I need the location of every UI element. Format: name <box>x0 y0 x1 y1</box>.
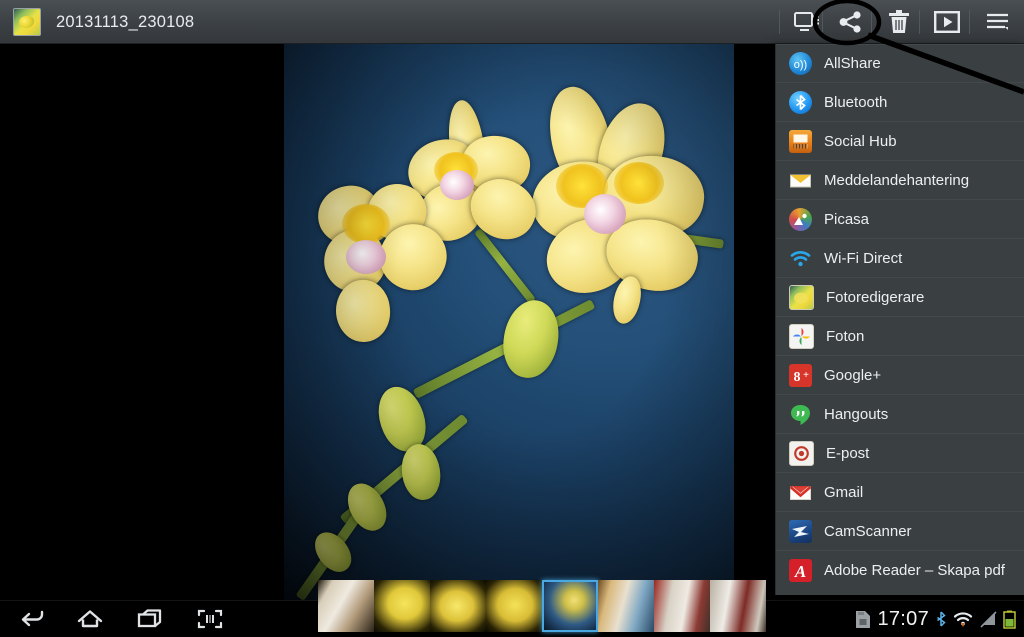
share-item-label: Fotoredigerare <box>826 288 925 306</box>
thumb-orchid-1[interactable] <box>374 580 430 632</box>
google-plus-icon: 8 + <box>789 363 812 387</box>
share-item-allshare[interactable]: o)) AllShare <box>776 44 1024 83</box>
photo-vignette <box>284 44 734 600</box>
share-item-label: Gmail <box>824 483 864 501</box>
toolbar-divider <box>779 10 780 34</box>
allshare-icon: o)) <box>789 52 812 75</box>
photo-thumbnail-icon <box>13 8 41 36</box>
bluetooth-icon <box>789 90 812 114</box>
toolbar-divider <box>822 10 823 34</box>
svg-text:+: + <box>803 370 809 381</box>
share-item-foton[interactable]: Foton <box>776 317 1024 356</box>
share-item-gmail[interactable]: Gmail <box>776 473 1024 512</box>
svg-text:A: A <box>794 562 806 581</box>
share-item-label: E-post <box>826 444 870 462</box>
share-item-label: Meddelandehantering <box>824 171 970 189</box>
share-item-google-plus[interactable]: 8 + Google+ <box>776 356 1024 395</box>
share-item-label: AllShare <box>824 55 881 72</box>
share-item-adobe-reader[interactable]: A Adobe Reader – Skapa pdf <box>776 551 1024 590</box>
share-item-label: Foton <box>826 327 865 345</box>
messaging-icon <box>789 169 812 192</box>
screenshot-button[interactable] <box>184 601 236 637</box>
wifi-direct-icon <box>789 247 812 270</box>
hangouts-icon <box>789 403 812 426</box>
slideshow-icon[interactable] <box>922 0 972 44</box>
toolbar-divider <box>969 10 970 34</box>
photo-editor-icon <box>789 284 814 310</box>
wifi-status-icon <box>953 612 973 627</box>
share-item-label: Wi-Fi Direct <box>824 249 903 267</box>
share-item-label: Adobe Reader – Skapa pdf <box>824 562 1005 579</box>
toolbar-divider <box>919 10 920 34</box>
camscanner-icon <box>789 519 812 543</box>
clock-text: 17:07 <box>877 607 929 630</box>
share-item-bluetooth[interactable]: Bluetooth <box>776 83 1024 122</box>
share-item-epost[interactable]: E-post <box>776 434 1024 473</box>
photo-viewer[interactable] <box>284 44 734 600</box>
social-hub-icon <box>789 129 812 153</box>
page-title: 20131113_230108 <box>56 13 195 31</box>
thumbnail-filmstrip[interactable] <box>318 580 766 632</box>
toolbar-divider <box>871 10 872 34</box>
home-button[interactable] <box>64 601 116 637</box>
share-item-label: CamScanner <box>824 522 912 540</box>
thumb-meeting-2[interactable] <box>710 580 766 632</box>
svg-text:8: 8 <box>794 370 801 385</box>
delete-icon[interactable] <box>874 0 924 44</box>
share-item-label: Bluetooth <box>824 93 888 111</box>
recents-button[interactable] <box>124 601 176 637</box>
back-button[interactable] <box>8 601 60 637</box>
share-item-label: Social Hub <box>824 132 897 150</box>
signal-status-icon <box>980 611 997 628</box>
gmail-icon <box>789 481 812 504</box>
thumb-orchid-3[interactable] <box>486 580 542 632</box>
menu-icon[interactable] <box>972 0 1022 44</box>
share-item-camscanner[interactable]: CamScanner <box>776 512 1024 551</box>
thumb-room-1[interactable] <box>318 580 374 632</box>
share-item-social-hub[interactable]: Social Hub <box>776 122 1024 161</box>
share-item-wifi-direct[interactable]: Wi-Fi Direct <box>776 239 1024 278</box>
share-item-hangouts[interactable]: Hangouts <box>776 395 1024 434</box>
sd-card-icon <box>856 610 871 628</box>
picasa-icon <box>789 207 812 231</box>
share-item-picasa[interactable]: Picasa <box>776 200 1024 239</box>
share-item-label: Picasa <box>824 210 870 228</box>
share-dropdown-menu[interactable]: o)) AllShare Bluetooth Social Hub Meddel… <box>775 44 1024 595</box>
svg-text:o)): o)) <box>794 59 807 71</box>
battery-status-icon <box>1003 610 1016 629</box>
thumb-window-1[interactable] <box>598 580 654 632</box>
thumb-meeting-1[interactable] <box>654 580 710 632</box>
share-item-fotoredigerare[interactable]: Fotoredigerare <box>776 278 1024 317</box>
email-icon <box>789 440 814 466</box>
title-bar: 20131113_230108 <box>0 0 1024 44</box>
share-item-messaging[interactable]: Meddelandehantering <box>776 161 1024 200</box>
share-item-label: Hangouts <box>824 405 889 423</box>
status-bar[interactable]: 17:07 <box>855 601 1016 637</box>
adobe-reader-icon: A <box>789 559 812 582</box>
share-item-label: Google+ <box>824 366 882 384</box>
bluetooth-status-icon <box>937 611 946 627</box>
thumb-orchid-2[interactable] <box>430 580 486 632</box>
share-icon[interactable] <box>825 0 875 44</box>
google-photos-icon <box>789 323 814 349</box>
thumb-orchid-blue-selected[interactable] <box>542 580 598 632</box>
